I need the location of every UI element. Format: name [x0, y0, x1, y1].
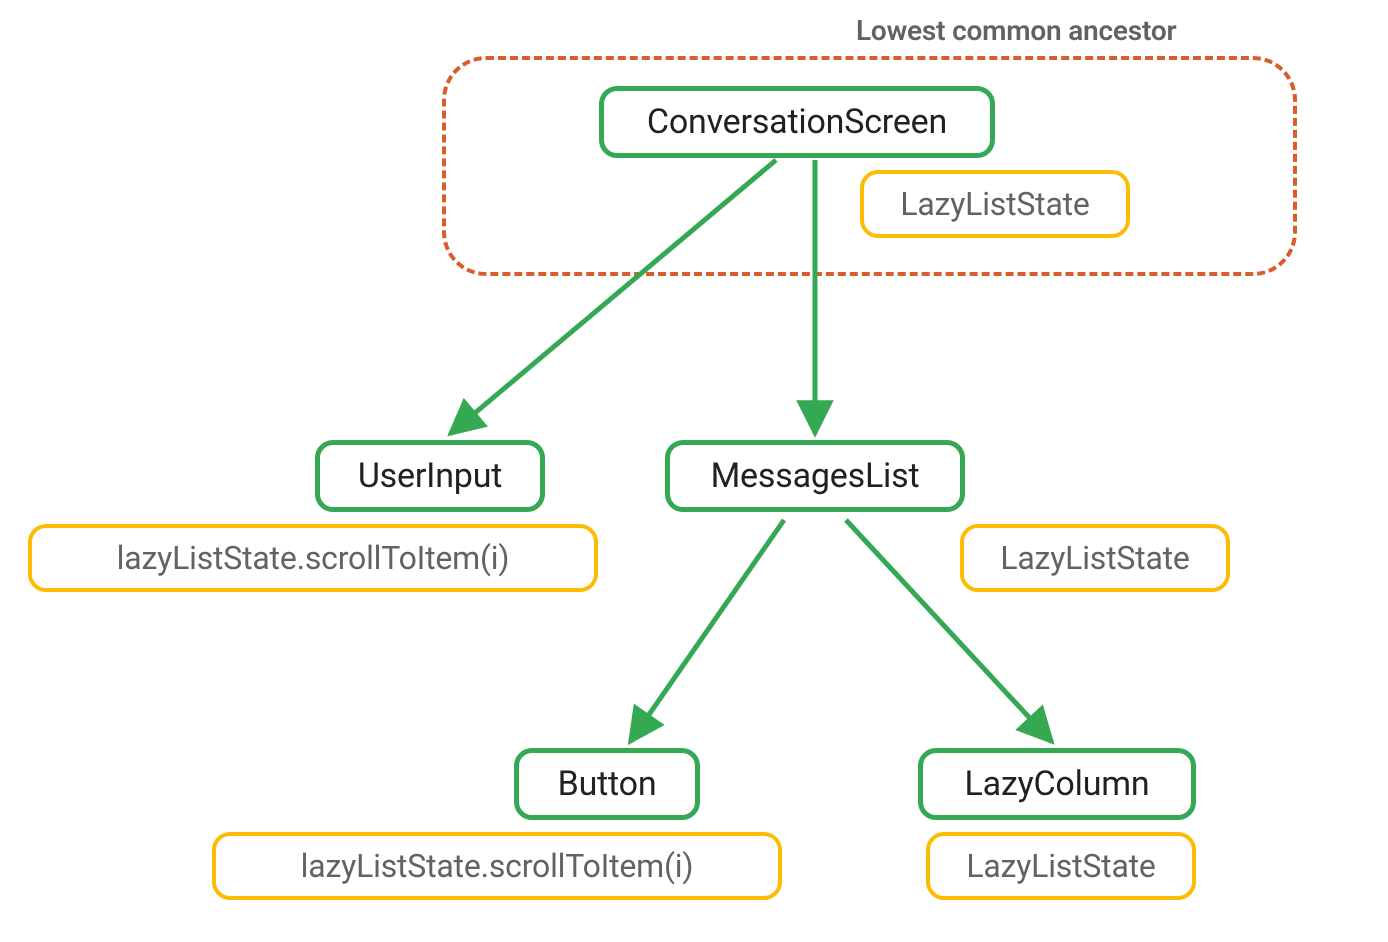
edge-ml-to-button — [630, 520, 784, 742]
node-lazy-column: LazyColumn — [918, 748, 1196, 820]
node-button: Button — [514, 748, 700, 820]
diagram-canvas: Lowest common ancestor ConversationScree… — [0, 0, 1388, 942]
node-scroll-button: lazyListState.scrollToItem(i) — [212, 832, 782, 900]
node-conversation-screen: ConversationScreen — [599, 86, 995, 158]
node-messages-list: MessagesList — [665, 440, 965, 512]
node-user-input: UserInput — [315, 440, 545, 512]
node-lazyliststate-lazycolumn: LazyListState — [926, 832, 1196, 900]
node-lazyliststate-root: LazyListState — [860, 170, 1130, 238]
ancestor-caption: Lowest common ancestor — [856, 14, 1176, 47]
node-scroll-userinput: lazyListState.scrollToItem(i) — [28, 524, 598, 592]
node-lazyliststate-messageslist: LazyListState — [960, 524, 1230, 592]
